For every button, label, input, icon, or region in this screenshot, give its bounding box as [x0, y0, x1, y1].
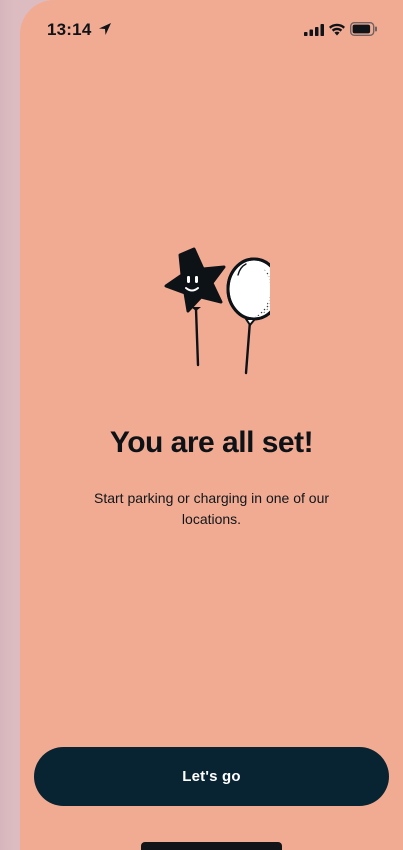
lets-go-button-label: Let's go: [182, 768, 241, 785]
battery-icon: [350, 22, 377, 36]
cellular-signal-icon: [304, 24, 324, 36]
status-time: 13:14: [47, 20, 92, 39]
page-subtitle: Start parking or charging in one of our …: [93, 490, 330, 527]
screen-frame: 13:14 You are all set! Start parking or …: [0, 0, 403, 850]
balloons-icon: [164, 247, 270, 375]
home-indicator[interactable]: [141, 842, 282, 850]
wifi-icon: [329, 23, 345, 36]
location-arrow-icon: [99, 23, 111, 35]
page-title: You are all set!: [109, 426, 314, 459]
status-bar: 13:14: [20, 0, 403, 60]
lets-go-button[interactable]: Let's go: [34, 747, 389, 806]
onboarding-success-screen: 13:14 You are all set! Start parking or …: [20, 0, 403, 850]
